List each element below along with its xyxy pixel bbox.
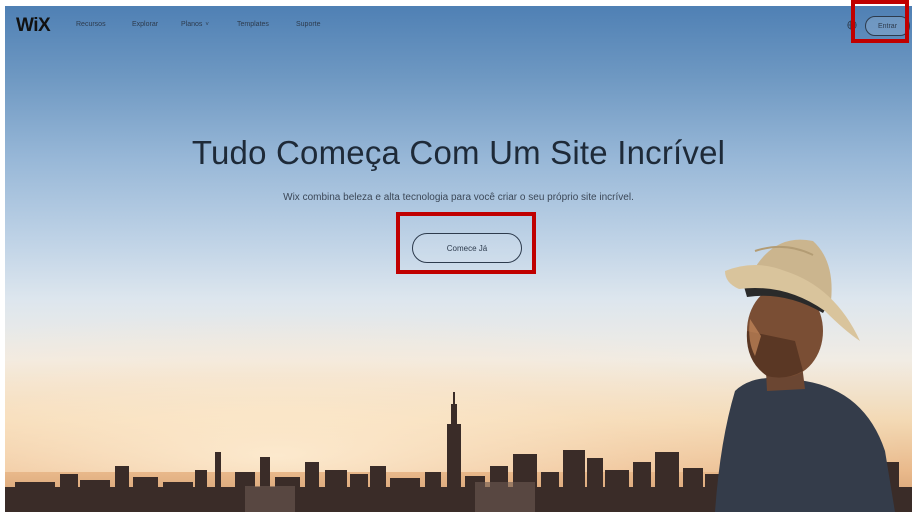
nav-link-suporte[interactable]: Suporte bbox=[296, 21, 321, 28]
nav-link-planos[interactable]: Planos ˅ bbox=[181, 21, 209, 28]
login-highlight-box bbox=[851, 0, 909, 43]
top-navigation: WiX Recursos Explorar Planos ˅ Templates … bbox=[5, 6, 912, 42]
nav-link-templates[interactable]: Templates bbox=[237, 21, 269, 28]
chevron-down-icon: ˅ bbox=[205, 22, 209, 28]
hero-subheadline: Wix combina beleza e alta tecnologia par… bbox=[283, 192, 634, 203]
nav-link-recursos[interactable]: Recursos bbox=[76, 21, 106, 28]
nav-link-explorar[interactable]: Explorar bbox=[132, 21, 158, 28]
cta-highlight-box bbox=[396, 212, 536, 274]
wix-logo[interactable]: WiX bbox=[16, 15, 51, 37]
nav-link-planos-label: Planos bbox=[181, 21, 203, 28]
man-with-hat-image bbox=[715, 239, 895, 512]
hero-headline: Tudo Começa Com Um Site Incrível bbox=[191, 134, 726, 171]
